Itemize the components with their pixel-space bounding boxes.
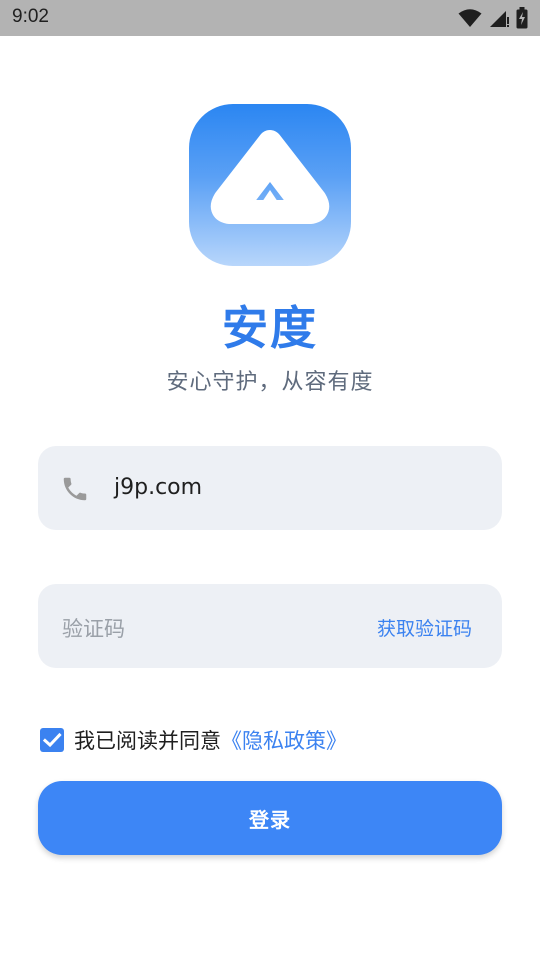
app-logo (189, 104, 351, 266)
privacy-agreement: 我已阅读并同意 《隐私政策》 (40, 726, 347, 754)
verification-code-field[interactable]: 验证码 获取验证码 (38, 584, 502, 668)
triangle-logo-icon (210, 130, 330, 224)
checkmark-icon (42, 732, 62, 748)
phone-icon (63, 477, 87, 501)
signal-icon (490, 11, 509, 27)
phone-field[interactable]: j9p.com (38, 446, 502, 530)
status-time: 9:02 (12, 6, 49, 27)
app-name: 安度 (222, 301, 318, 355)
privacy-policy-link[interactable]: 《隐私政策》 (221, 725, 347, 755)
status-icons (458, 7, 528, 29)
login-button[interactable]: 登录 (38, 781, 502, 855)
phone-input-value[interactable]: j9p.com (114, 475, 202, 500)
agreement-checkbox[interactable] (40, 728, 64, 752)
login-screen: 9:02 安度 安心守护，从容有度 j9p.com 验证码 获取验证码 我已阅读… (0, 0, 540, 960)
battery-charging-icon (516, 7, 528, 29)
wifi-icon (458, 9, 482, 27)
app-slogan: 安心守护，从容有度 (166, 370, 374, 395)
status-bar: 9:02 (0, 0, 540, 36)
agreement-text: 我已阅读并同意 (74, 729, 221, 753)
verification-code-placeholder[interactable]: 验证码 (62, 613, 125, 643)
get-code-button[interactable]: 获取验证码 (377, 614, 472, 641)
